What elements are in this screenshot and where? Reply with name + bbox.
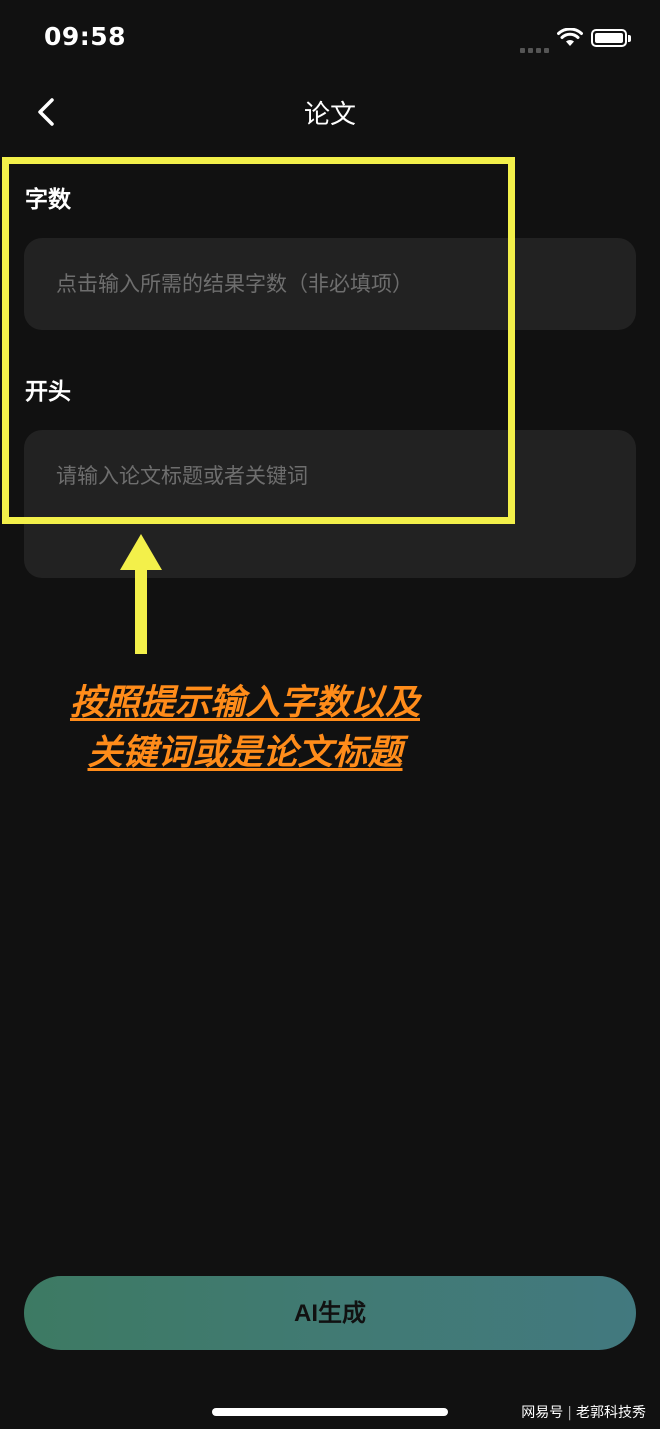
watermark: 网易号 | 老郭科技秀 bbox=[521, 1405, 646, 1421]
cellular-signal-icon bbox=[520, 38, 552, 57]
opening-label: 开头 bbox=[25, 379, 71, 405]
navigation-bar: 论文 bbox=[0, 80, 660, 144]
annotation-arrow-icon bbox=[120, 534, 162, 654]
home-indicator bbox=[212, 1408, 448, 1416]
ai-generate-button[interactable]: AI生成 bbox=[24, 1276, 636, 1350]
status-bar: 09:58 bbox=[0, 0, 660, 80]
page-title: 论文 bbox=[303, 100, 356, 130]
status-time: 09:58 bbox=[44, 22, 127, 51]
watermark-author: 老郭科技秀 bbox=[576, 1405, 646, 1421]
word-count-input[interactable]: 点击输入所需的结果字数（非必填项） bbox=[24, 238, 636, 330]
annotation-text-line-2: 关键词或是论文标题 bbox=[87, 733, 403, 773]
word-count-label: 字数 bbox=[25, 187, 71, 213]
wifi-icon bbox=[557, 28, 583, 46]
annotation-text-line-1: 按照提示输入字数以及 bbox=[69, 683, 420, 723]
battery-icon bbox=[591, 29, 631, 47]
watermark-source: 网易号 bbox=[521, 1405, 564, 1421]
